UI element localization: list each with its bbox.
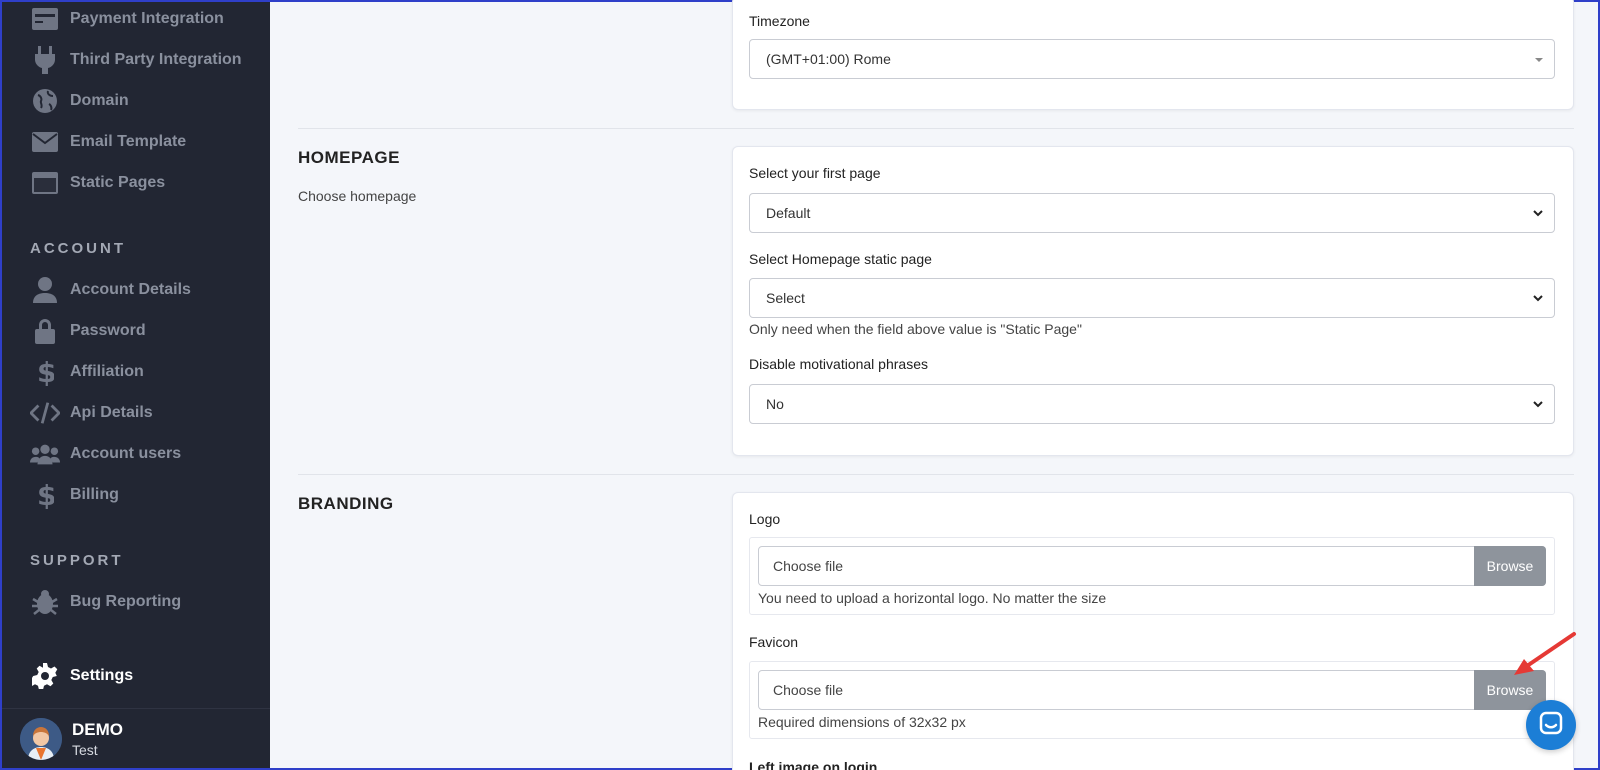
sidebar-item-static-pages[interactable]: Static Pages xyxy=(30,168,165,198)
homepage-section-title: HOMEPAGE xyxy=(298,148,400,167)
motivational-value: No xyxy=(766,396,784,412)
logo-browse-button[interactable]: Browse xyxy=(1474,546,1546,586)
window-icon xyxy=(30,168,60,198)
sidebar-item-label: Third Party Integration xyxy=(70,51,242,68)
favicon-help: Required dimensions of 32x32 px xyxy=(758,714,966,730)
dollar-icon: $ xyxy=(30,357,60,387)
favicon-upload: Choose file Browse Required dimensions o… xyxy=(749,661,1555,739)
user-subtitle: Test xyxy=(72,741,98,758)
logo-help: You need to upload a horizontal logo. No… xyxy=(758,590,1107,606)
timezone-select[interactable]: (GMT+01:00) Rome xyxy=(749,39,1555,79)
users-icon xyxy=(30,439,60,469)
sidebar-item-third-party-integration[interactable]: Third Party Integration xyxy=(30,45,242,75)
first-page-value: Default xyxy=(766,205,811,221)
logo-file-input[interactable]: Choose file Browse xyxy=(758,546,1546,586)
sidebar-item-label: Domain xyxy=(70,92,129,109)
logo-upload: Choose file Browse You need to upload a … xyxy=(749,537,1555,615)
sidebar-item-account-users[interactable]: Account users xyxy=(30,439,181,469)
sidebar-section-support: SUPPORT xyxy=(30,552,124,569)
sidebar-item-account-details[interactable]: Account Details xyxy=(30,275,191,305)
logo-label: Logo xyxy=(749,511,781,527)
user-profile[interactable]: DEMO Test xyxy=(2,708,270,768)
timezone-label: Timezone xyxy=(749,13,810,29)
timezone-card: Timezone (GMT+01:00) Rome xyxy=(732,0,1574,110)
avatar xyxy=(20,717,62,760)
static-page-help: Only need when the field above value is … xyxy=(749,321,1082,337)
sidebar-item-billing[interactable]: $ Billing xyxy=(30,480,119,510)
code-icon xyxy=(30,398,60,428)
svg-text:$: $ xyxy=(37,481,54,509)
logo-file-placeholder: Choose file xyxy=(773,558,844,574)
section-divider xyxy=(298,474,1574,475)
favicon-label: Favicon xyxy=(749,634,799,650)
sidebar-item-label: Account users xyxy=(70,445,182,462)
plug-icon xyxy=(30,45,60,75)
section-divider xyxy=(298,128,1574,129)
favicon-file-placeholder: Choose file xyxy=(773,682,844,698)
branding-section-title: BRANDING xyxy=(298,494,394,513)
sidebar-item-label: Email Template xyxy=(70,133,187,150)
motivational-label: Disable motivational phrases xyxy=(749,356,928,372)
sidebar-item-payment-integration[interactable]: Payment Integration xyxy=(30,4,224,34)
sidebar-item-label: Payment Integration xyxy=(70,10,224,27)
first-page-select[interactable]: Default xyxy=(749,193,1555,233)
favicon-file-input[interactable]: Choose file Browse xyxy=(758,670,1546,710)
user-icon xyxy=(30,275,60,305)
sidebar-item-label: Billing xyxy=(70,486,119,503)
static-page-value: Select xyxy=(766,290,805,306)
bug-icon xyxy=(30,587,60,617)
caret-down-icon xyxy=(1534,52,1544,68)
homepage-card: Select your first page Default Select Ho… xyxy=(732,146,1574,456)
annotation-arrow-icon xyxy=(1514,632,1576,675)
sidebar-item-settings[interactable]: Settings xyxy=(30,661,133,691)
sidebar-item-domain[interactable]: Domain xyxy=(30,86,129,116)
timezone-value: (GMT+01:00) Rome xyxy=(766,51,891,67)
chat-button[interactable] xyxy=(1526,700,1576,750)
sidebar-item-label: Bug Reporting xyxy=(70,593,182,610)
svg-text:$: $ xyxy=(37,358,54,386)
first-page-label: Select your first page xyxy=(749,165,881,181)
sidebar-item-label: Static Pages xyxy=(70,174,166,191)
sidebar: Payment Integration Third Party Integrat… xyxy=(2,2,270,768)
sidebar-item-affiliation[interactable]: $ Affiliation xyxy=(30,357,144,387)
homepage-section-description: Choose homepage xyxy=(298,188,417,204)
sidebar-item-label: Affiliation xyxy=(70,363,144,380)
envelope-icon xyxy=(30,127,60,157)
sidebar-item-password[interactable]: Password xyxy=(30,316,146,346)
lock-icon xyxy=(30,316,60,346)
sidebar-section-account: ACCOUNT xyxy=(30,240,126,257)
sidebar-item-label: Password xyxy=(70,322,146,339)
globe-icon xyxy=(30,86,60,116)
sidebar-item-label: Settings xyxy=(70,667,134,684)
sidebar-item-label: Api Details xyxy=(70,404,153,421)
sidebar-item-label: Account Details xyxy=(70,281,191,298)
dollar-icon: $ xyxy=(30,480,60,510)
chat-icon xyxy=(1538,710,1564,741)
static-page-label: Select Homepage static page xyxy=(749,251,932,267)
branding-card: Logo Choose file Browse You need to uplo… xyxy=(732,492,1574,770)
user-name: DEMO xyxy=(72,719,123,739)
chevron-down-icon xyxy=(1532,206,1544,222)
chevron-down-icon xyxy=(1532,291,1544,307)
left-image-label: Left image on login xyxy=(749,759,878,770)
sidebar-item-bug-reporting[interactable]: Bug Reporting xyxy=(30,587,181,617)
motivational-select[interactable]: No xyxy=(749,384,1555,424)
credit-card-icon xyxy=(30,4,60,34)
gear-icon xyxy=(30,661,60,691)
sidebar-item-api-details[interactable]: Api Details xyxy=(30,398,153,428)
chevron-down-icon xyxy=(1532,397,1544,413)
static-page-select[interactable]: Select xyxy=(749,278,1555,318)
sidebar-item-email-template[interactable]: Email Template xyxy=(30,127,186,157)
